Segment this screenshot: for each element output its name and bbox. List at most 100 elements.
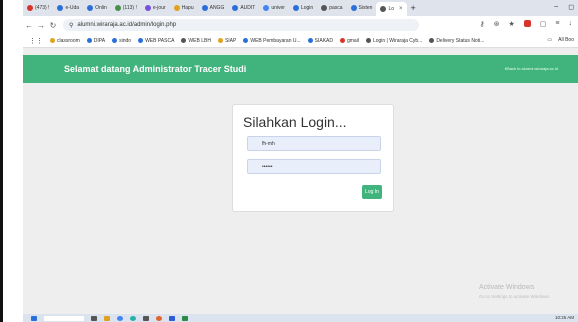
url-input[interactable]: ⚲ alumni.wiraraja.ac.id/admin/login.php	[63, 19, 419, 31]
tab-label: pasca	[329, 5, 343, 11]
browser-tab[interactable]: Sisten	[347, 2, 377, 14]
bookmark-label: DIPA	[93, 37, 106, 44]
apps-icon[interactable]: ⋮⋮	[29, 37, 43, 45]
bookmark-favicon-icon	[217, 38, 223, 43]
store-icon[interactable]	[143, 315, 149, 321]
key-icon[interactable]: ⚷	[479, 20, 484, 28]
task-view-icon[interactable]	[91, 315, 97, 321]
excel-icon[interactable]	[182, 315, 188, 321]
browser-tab[interactable]: Hapu	[170, 2, 198, 14]
browser-tab[interactable]: Onlin	[83, 2, 111, 14]
bookmark-item[interactable]: WEB LBH	[181, 38, 211, 44]
folder-icon: ▭	[547, 37, 553, 43]
tab-label: e-jour	[152, 5, 166, 11]
tab-favicon-icon	[263, 5, 270, 11]
bookmark-item[interactable]: SIAKAD	[307, 37, 333, 44]
tab-favicon-icon	[201, 5, 208, 11]
browser-tab[interactable]: Login	[289, 2, 317, 14]
start-icon[interactable]	[31, 315, 37, 321]
tab-favicon-icon	[380, 6, 387, 12]
bookmark-item[interactable]: WEB PASCA	[138, 38, 174, 44]
tab-label: AUDIT	[240, 5, 256, 11]
site-info-icon[interactable]: ⚲	[69, 22, 73, 29]
all-bookmarks-label: All Boo	[558, 37, 574, 43]
tab-label: Sisten	[358, 5, 373, 11]
download-icon[interactable]: ↓	[569, 20, 573, 28]
tab-label: (113) !	[122, 5, 137, 11]
clock: 10:25 AM	[554, 315, 574, 320]
bookmark-label: sindo	[119, 37, 132, 44]
tab-favicon-icon	[57, 5, 64, 11]
browser-tab[interactable]: univer	[259, 2, 289, 14]
edge-icon[interactable]	[130, 315, 136, 321]
site-header: Selamat datang Administrator Tracer Stud…	[23, 55, 578, 83]
browser-tab[interactable]: e-Uda	[53, 2, 83, 14]
chrome-icon[interactable]	[117, 315, 123, 321]
bookmark-favicon-icon	[243, 38, 249, 43]
login-panel: Silahkan Login... fh-mh •••••• Log In	[232, 104, 394, 212]
tab-label: univer	[271, 5, 285, 11]
browser-tab[interactable]: AUDIT	[228, 2, 259, 14]
bookmark-label: WEB Pembayaran U...	[250, 37, 301, 44]
tab-label: ANGG	[209, 5, 225, 11]
tab-label: Onlin	[95, 5, 107, 11]
window-controls: – ◻	[554, 3, 574, 11]
address-bar-actions: ⚷ ⊛ ★ ▢ ≡ ↓	[479, 20, 572, 28]
address-bar: ← → ↻ ⚲ alumni.wiraraja.ac.id/admin/logi…	[23, 16, 578, 34]
bookmark-label: SIAP	[224, 37, 237, 44]
activate-windows-subtitle: Go to Settings to activate Windows.	[479, 294, 551, 299]
username-value: fh-mh	[262, 140, 275, 147]
browser-tab[interactable]: (113) !	[111, 2, 141, 14]
bookmark-item[interactable]: Delivery Status Noti...	[429, 38, 484, 44]
bookmark-item[interactable]: DIPA	[86, 37, 106, 44]
tab-label: Hapu	[181, 5, 194, 11]
word-icon[interactable]	[169, 315, 175, 321]
browser-tab[interactable]: Lo ×	[376, 2, 407, 16]
extension-icon[interactable]	[523, 20, 531, 27]
back-to-site-link[interactable]: €Back to alumni.wiraraja.ac.id	[505, 66, 558, 71]
bookmark-item[interactable]: Login | Wiraraja Cyb...	[365, 38, 422, 44]
browser-tab[interactable]: e-jour	[141, 2, 170, 14]
all-bookmarks[interactable]: ▭ All Boo	[547, 37, 574, 43]
back-icon[interactable]: ←	[23, 21, 35, 30]
bookmarks-bar: ⋮⋮ classroom DIPA sindo WEB PASCA WEB LBH SIA…	[23, 34, 578, 48]
star-icon[interactable]: ★	[509, 20, 515, 28]
password-field[interactable]: ••••••	[247, 159, 381, 174]
browser-tab[interactable]: (473) !	[23, 2, 53, 14]
tab-strip: (473) ! e-Uda Onlin (113) ! e-jour Hapu ANGG AU…	[23, 0, 578, 16]
bookmark-item[interactable]: gmail	[339, 37, 359, 44]
app-orange-icon[interactable]	[156, 315, 162, 321]
new-tab-button[interactable]: +	[411, 3, 416, 13]
bookmark-item[interactable]: SIAP	[217, 37, 237, 44]
tab-search-icon[interactable]: ≡	[555, 20, 559, 28]
bookmark-label: classroom	[57, 37, 80, 44]
bookmark-item[interactable]: sindo	[112, 38, 131, 44]
bookmark-label: SIAKAD	[314, 37, 333, 44]
bookmark-item[interactable]: WEB Pembayaran U...	[243, 37, 301, 44]
bookmark-item[interactable]: classroom	[50, 38, 80, 44]
tab-favicon-icon	[27, 5, 33, 11]
browser-tab[interactable]: ANGG	[198, 2, 229, 14]
restore-icon[interactable]: ◻	[568, 3, 574, 11]
tab-favicon-icon	[173, 5, 180, 11]
tab-label: Login	[300, 5, 314, 11]
reload-icon[interactable]: ↻	[47, 21, 59, 30]
browser-tab[interactable]: pasca	[317, 2, 346, 14]
tab-close-icon[interactable]: ×	[399, 6, 403, 12]
explorer-icon[interactable]	[104, 315, 110, 321]
forward-icon[interactable]: →	[35, 21, 47, 30]
share-icon[interactable]: ⊛	[494, 20, 500, 28]
browser-window: (473) ! e-Uda Onlin (113) ! e-jour Hapu ANGG AU…	[23, 0, 578, 322]
page-title: Selamat datang Administrator Tracer Stud…	[64, 64, 247, 74]
login-button[interactable]: Log In	[362, 185, 382, 199]
bookmark-favicon-icon	[50, 38, 55, 43]
username-field[interactable]: fh-mh	[247, 136, 381, 151]
minimize-icon[interactable]: –	[554, 3, 558, 11]
bookmark-label: gmail	[346, 37, 359, 44]
sidebar-icon[interactable]: ▢	[540, 20, 547, 28]
tab-favicon-icon	[321, 5, 328, 11]
bookmark-label: WEB LBH	[188, 37, 211, 44]
search-icon[interactable]	[44, 315, 84, 321]
bookmark-favicon-icon	[112, 38, 118, 43]
tab-label: (473) !	[35, 5, 50, 11]
